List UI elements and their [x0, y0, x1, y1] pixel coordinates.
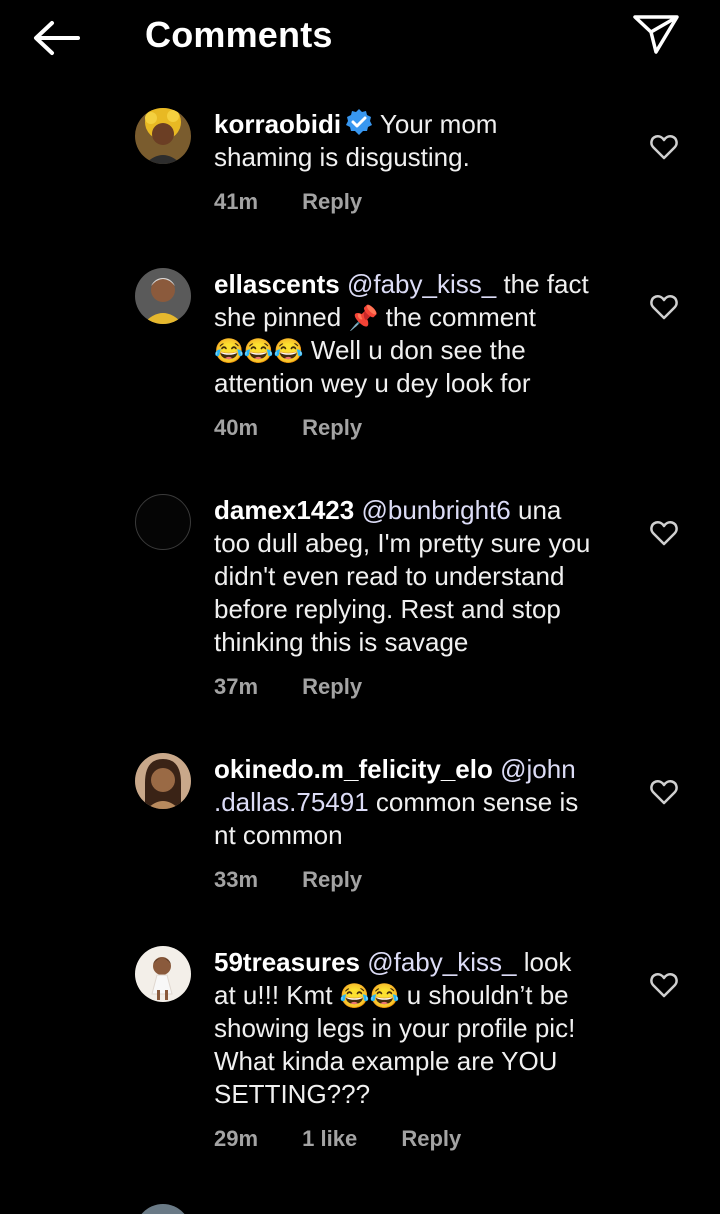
comment-meta: 40m Reply [214, 415, 400, 441]
timestamp: 33m [214, 867, 259, 892]
timestamp: 29m [214, 1126, 259, 1151]
comment-text: at u!!! Kmt [214, 980, 333, 1010]
avatar[interactable] [135, 1204, 191, 1214]
avatar[interactable] [135, 268, 191, 324]
comment-text: u shouldn’t be [406, 980, 569, 1010]
comment-meta: 29m 1 like Reply [214, 1126, 499, 1152]
comment-text: What kinda example are YOU [214, 1046, 558, 1076]
paper-plane-icon [633, 15, 679, 54]
verified-badge-icon [346, 109, 373, 135]
comment-text: nt common [214, 820, 343, 850]
mention-link[interactable]: @bunbright6 [361, 495, 510, 525]
reply-button[interactable]: Reply [302, 415, 362, 440]
username[interactable]: ellascents [214, 269, 340, 299]
reply-button[interactable]: Reply [302, 867, 362, 892]
comment-item: ellascents @faby_kiss_ the fact she pinn… [0, 268, 720, 448]
comment-text: SETTING??? [214, 1079, 371, 1109]
mention-link[interactable]: @faby_kiss_ [347, 269, 496, 299]
comment-body: damex1423 @bunbright6 una too dull abeg,… [214, 494, 624, 659]
comment-item-partial [0, 1204, 720, 1214]
timestamp: 37m [214, 674, 259, 699]
comment-meta: 37m Reply [214, 674, 400, 700]
avatar[interactable] [135, 753, 191, 809]
comment-text: look [523, 947, 572, 977]
comment-text: she pinned [214, 302, 342, 332]
avatar[interactable] [135, 108, 191, 164]
comment-text: shaming is disgusting. [214, 142, 470, 172]
reply-button[interactable]: Reply [302, 674, 362, 699]
comment-text: too dull abeg, I'm pretty sure you [214, 528, 591, 558]
comment-text: the comment [385, 302, 536, 332]
timestamp: 40m [214, 415, 259, 440]
comment-body: 59treasures @faby_kiss_ look at u!!! Kmt… [214, 946, 624, 1111]
mention-link[interactable]: @faby_kiss_ [367, 947, 516, 977]
comment-item: okinedo.m_felicity_elo @john .dallas.754… [0, 753, 720, 903]
comment-body: okinedo.m_felicity_elo @john .dallas.754… [214, 753, 624, 852]
heart-icon[interactable] [650, 520, 678, 546]
heart-icon[interactable] [650, 134, 678, 160]
username[interactable]: okinedo.m_felicity_elo [214, 754, 493, 784]
username[interactable]: 59treasures [214, 947, 360, 977]
comment-text: attention wey u dey look for [214, 368, 531, 398]
username[interactable]: korraobidi [214, 109, 341, 139]
comment-text: the fact [503, 269, 589, 299]
reply-button[interactable]: Reply [401, 1126, 461, 1151]
avatar[interactable] [135, 946, 191, 1002]
laughing-emoji: 😂😂 [339, 983, 400, 1010]
comment-body: korraobidi Your mom shaming is disgustin… [214, 108, 624, 174]
back-button[interactable] [30, 18, 82, 58]
comment-text: didn't even read to understand [214, 561, 565, 591]
comment-body: ellascents @faby_kiss_ the fact she pinn… [214, 268, 624, 400]
comment-meta: 33m Reply [214, 867, 400, 893]
comment-item: damex1423 @bunbright6 una too dull abeg,… [0, 494, 720, 704]
reply-button[interactable]: Reply [302, 189, 362, 214]
comment-text: Your mom [379, 109, 498, 139]
comment-text: thinking this is savage [214, 627, 469, 657]
comment-text: una [517, 495, 562, 525]
pushpin-emoji: 📌 [348, 305, 379, 332]
comment-text: showing legs in your profile pic! [214, 1013, 576, 1043]
comment-text: common sense is [375, 787, 579, 817]
comment-meta: 41m Reply [214, 189, 400, 215]
comment-item: 59treasures @faby_kiss_ look at u!!! Kmt… [0, 946, 720, 1156]
share-button[interactable] [632, 12, 680, 56]
comment-text: before replying. Rest and stop [214, 594, 561, 624]
username[interactable]: damex1423 [214, 495, 354, 525]
laughing-emoji: 😂😂😂 [214, 338, 304, 365]
comment-text: Well u don see the [310, 335, 526, 365]
mention-link[interactable]: @john [500, 754, 576, 784]
arrow-left-icon [34, 21, 80, 55]
heart-icon[interactable] [650, 294, 678, 320]
timestamp: 41m [214, 189, 259, 214]
like-count[interactable]: 1 like [302, 1126, 357, 1151]
avatar[interactable] [135, 494, 191, 550]
heart-icon[interactable] [650, 972, 678, 998]
header-bar: Comments [0, 0, 720, 72]
comment-item: korraobidi Your mom shaming is disgustin… [0, 108, 720, 228]
mention-link[interactable]: .dallas.75491 [214, 787, 369, 817]
heart-icon[interactable] [650, 779, 678, 805]
page-title: Comments [145, 14, 333, 55]
